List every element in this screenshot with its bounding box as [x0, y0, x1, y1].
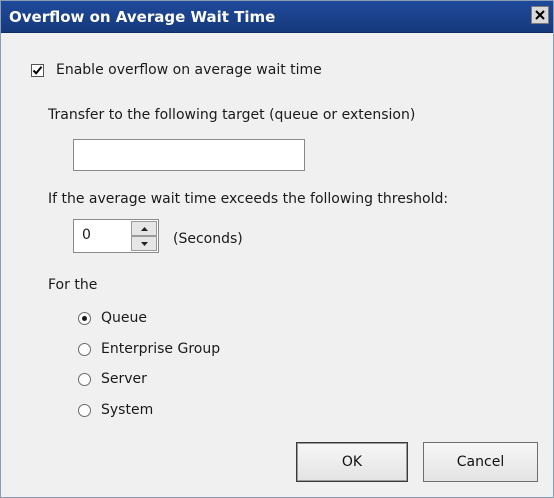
enable-overflow-label[interactable]: Enable overflow on average wait time — [56, 62, 322, 78]
enable-overflow-checkbox[interactable] — [31, 64, 44, 77]
scope-label: For the — [48, 277, 98, 293]
dialog-title: Overflow on Average Wait Time — [9, 8, 276, 26]
dialog: Overflow on Average Wait Time Enable ove… — [0, 0, 554, 498]
cancel-button[interactable]: Cancel — [423, 442, 538, 482]
transfer-target-input[interactable] — [73, 139, 305, 171]
radio-system-label[interactable]: System — [101, 402, 153, 418]
stepper-buttons — [131, 221, 157, 251]
radio-server[interactable] — [78, 373, 91, 386]
threshold-stepper[interactable]: 0 — [73, 219, 159, 253]
caret-down-icon — [140, 241, 148, 246]
radio-queue[interactable] — [78, 312, 91, 325]
ok-button[interactable]: OK — [296, 442, 408, 482]
close-button[interactable] — [531, 6, 549, 24]
threshold-unit: (Seconds) — [173, 231, 243, 247]
radio-selected-dot — [82, 316, 87, 321]
radio-enterprise-group[interactable] — [78, 343, 91, 356]
threshold-label: If the average wait time exceeds the fol… — [48, 191, 449, 207]
caret-up-icon — [140, 226, 148, 231]
radio-server-label[interactable]: Server — [101, 371, 147, 387]
transfer-target-label: Transfer to the following target (queue … — [48, 107, 416, 123]
close-icon — [535, 10, 545, 20]
title-bar: Overflow on Average Wait Time — [1, 1, 553, 33]
checkmark-icon — [32, 66, 43, 75]
radio-system[interactable] — [78, 404, 91, 417]
stepper-up-button[interactable] — [131, 221, 157, 236]
radio-queue-label[interactable]: Queue — [101, 310, 147, 326]
radio-enterprise-group-label[interactable]: Enterprise Group — [101, 341, 220, 357]
threshold-value[interactable]: 0 — [82, 227, 91, 243]
stepper-down-button[interactable] — [131, 236, 157, 251]
